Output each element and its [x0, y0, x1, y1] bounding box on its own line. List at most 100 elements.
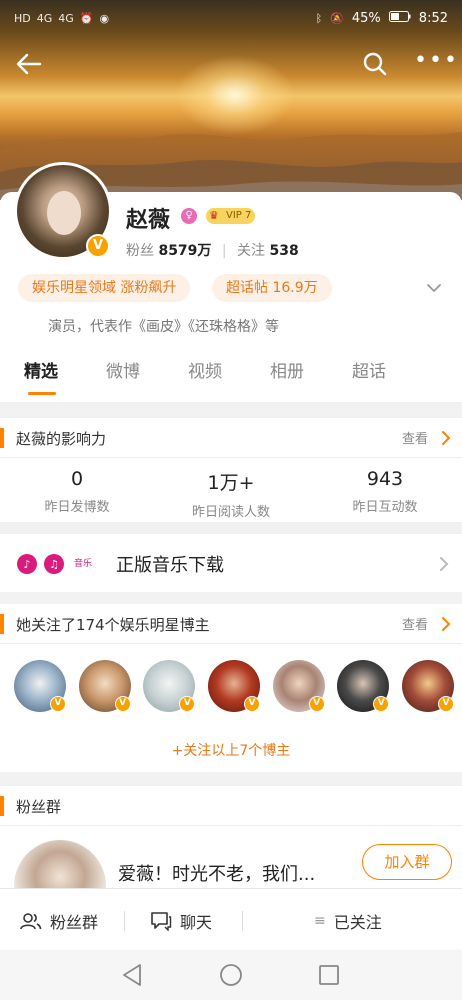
battery-icon [388, 10, 411, 26]
female-icon: ♀ [181, 208, 197, 224]
music-download-card[interactable]: ♪ ♫ 咪咕 音乐 正版音乐下载 [0, 534, 462, 592]
music-title: 正版音乐下载 [116, 555, 224, 576]
more-icon[interactable]: ••• [414, 50, 457, 78]
chat-button[interactable]: 聊天 [150, 909, 212, 933]
avatar-face [47, 191, 81, 235]
status-bar: HD 4G 4G ⏰ ◉ ᛒ 🔕 45% 8:52 [0, 0, 462, 36]
following-view-more[interactable]: 查看 [402, 614, 428, 633]
section-accent-bar [0, 614, 4, 634]
section-accent-bar [0, 796, 4, 816]
mute-icon: 🔕 [330, 11, 344, 25]
divider [242, 911, 243, 931]
super-topic-tag[interactable]: 超话帖 16.9万 [212, 274, 332, 302]
followed-button[interactable]: ≡ 已关注 [314, 909, 382, 933]
avatar[interactable]: V [337, 660, 390, 712]
stat-interactions-yesterday[interactable]: 943 昨日互动数 [308, 458, 462, 528]
follow-all-button[interactable]: +关注以上7个博主 [0, 740, 462, 760]
chat-icon [151, 912, 172, 931]
tab-video[interactable]: 视频 [164, 354, 246, 398]
app-notification-icon: ◉ [99, 11, 110, 25]
chevron-right-icon[interactable] [440, 616, 452, 632]
vip-label: VIP 7 [226, 210, 252, 221]
influence-card-header[interactable]: 赵薇的影响力 查看 [0, 418, 462, 458]
profile-stats: 粉丝 8579万 | 关注 538 [126, 240, 299, 260]
stat-posts-yesterday[interactable]: 0 昨日发博数 [0, 458, 154, 528]
tab-weibo[interactable]: 微博 [82, 354, 164, 398]
avatar[interactable]: V [207, 660, 260, 712]
stat-value: 1万+ [207, 472, 255, 494]
influence-card: 赵薇的影响力 查看 0 昨日发博数 1万+ 昨日阅读人数 943 昨日互动数 [0, 418, 462, 522]
verified-icon: V [50, 696, 66, 712]
chevron-right-icon[interactable] [438, 556, 450, 572]
people-icon [20, 913, 42, 930]
avatar[interactable]: V [78, 660, 131, 712]
following-count[interactable]: 538 [270, 243, 299, 259]
logo-subtext: 音乐 [74, 559, 93, 569]
back-icon[interactable] [14, 50, 44, 78]
influence-stats: 0 昨日发博数 1万+ 昨日阅读人数 943 昨日互动数 [0, 458, 462, 528]
profile-tabs: 精选 微博 视频 相册 超话 [0, 354, 462, 398]
signal-icon: 4G [58, 11, 74, 25]
home-nav-icon[interactable] [220, 964, 242, 986]
verified-icon: V [86, 234, 110, 258]
chevron-down-icon[interactable] [424, 278, 444, 298]
svg-text:♫: ♫ [49, 558, 59, 571]
alarm-icon: ⏰ [79, 11, 94, 25]
chevron-right-icon[interactable] [440, 430, 452, 446]
tab-featured[interactable]: 精选 [0, 354, 82, 398]
fans-group-button[interactable]: 粉丝群 [20, 909, 98, 933]
recents-nav-icon[interactable] [319, 965, 339, 985]
fan-group-description: 爱薇！时光不老，我们... [118, 864, 316, 885]
tab-super-topic[interactable]: 超话 [328, 354, 410, 398]
following-title: 她关注了174个娱乐明星博主 [16, 616, 210, 634]
stat-label: 昨日发博数 [44, 500, 110, 515]
top-navbar: ••• [0, 44, 462, 84]
divider: | [221, 243, 227, 259]
search-icon[interactable] [360, 50, 390, 78]
section-accent-bar [0, 428, 4, 448]
system-navigation-bar [0, 950, 462, 1000]
clock-time: 8:52 [418, 10, 448, 26]
verified-icon: V [373, 696, 390, 712]
stat-readers-yesterday[interactable]: 1万+ 昨日阅读人数 [154, 458, 308, 528]
fan-group-card-header: 粉丝群 [0, 786, 462, 826]
fans-label[interactable]: 粉丝 [126, 243, 154, 259]
app: HD 4G 4G ⏰ ◉ ᛒ 🔕 45% 8:52 ••• V 赵薇 ♀ ♛ V… [0, 0, 462, 1000]
verified-icon: V [179, 696, 196, 712]
avatar[interactable]: V [401, 660, 454, 712]
fans-count[interactable]: 8579万 [158, 243, 211, 259]
following-stars-card: 她关注了174个娱乐明星博主 查看 V V V V V V V +关注以上7个博… [0, 604, 462, 772]
profile-bio: 演员，代表作《画皮》《还珠格格》等 [48, 319, 279, 335]
avatar[interactable]: V [143, 660, 196, 712]
vip-badge[interactable]: ♛ VIP 7 [206, 208, 256, 224]
migu-music-logo: ♪ ♫ 咪咕 音乐 [16, 550, 94, 578]
tab-label: 精选 [24, 362, 58, 382]
influence-title: 赵薇的影响力 [16, 430, 107, 448]
chat-label: 聊天 [180, 913, 213, 932]
fans-group-label: 粉丝群 [50, 913, 99, 932]
following-label[interactable]: 关注 [237, 243, 265, 259]
verified-icon: V [308, 696, 325, 712]
avatar[interactable]: V [272, 660, 325, 712]
verified-icon: V [114, 696, 131, 712]
stat-value: 943 [366, 468, 404, 490]
influence-view-more[interactable]: 查看 [402, 428, 428, 447]
join-group-button[interactable]: 加入群 [362, 844, 452, 880]
following-card-header[interactable]: 她关注了174个娱乐明星博主 查看 [0, 604, 462, 644]
entertainment-rank-tag[interactable]: 娱乐明星领域 涨粉飙升 [18, 274, 191, 302]
tab-album[interactable]: 相册 [246, 354, 328, 398]
verified-icon: V [437, 696, 454, 712]
fan-group-row[interactable]: 爱薇！时光不老，我们... 加入群 [14, 840, 454, 888]
back-nav-icon[interactable] [123, 964, 141, 986]
fan-group-card: 粉丝群 爱薇！时光不老，我们... 加入群 [0, 786, 462, 888]
followed-label: 已关注 [333, 913, 382, 932]
stat-value: 0 [70, 468, 84, 490]
followed-avatars: V V V V V V V [14, 660, 454, 716]
profile-name: 赵薇 [126, 208, 171, 233]
active-tab-indicator [28, 392, 56, 395]
crown-icon: ♛ [209, 209, 219, 222]
fan-group-avatar [14, 840, 106, 888]
avatar[interactable]: V [14, 660, 66, 712]
signal-icon: 4G [36, 11, 53, 25]
stat-label: 昨日互动数 [352, 500, 418, 515]
